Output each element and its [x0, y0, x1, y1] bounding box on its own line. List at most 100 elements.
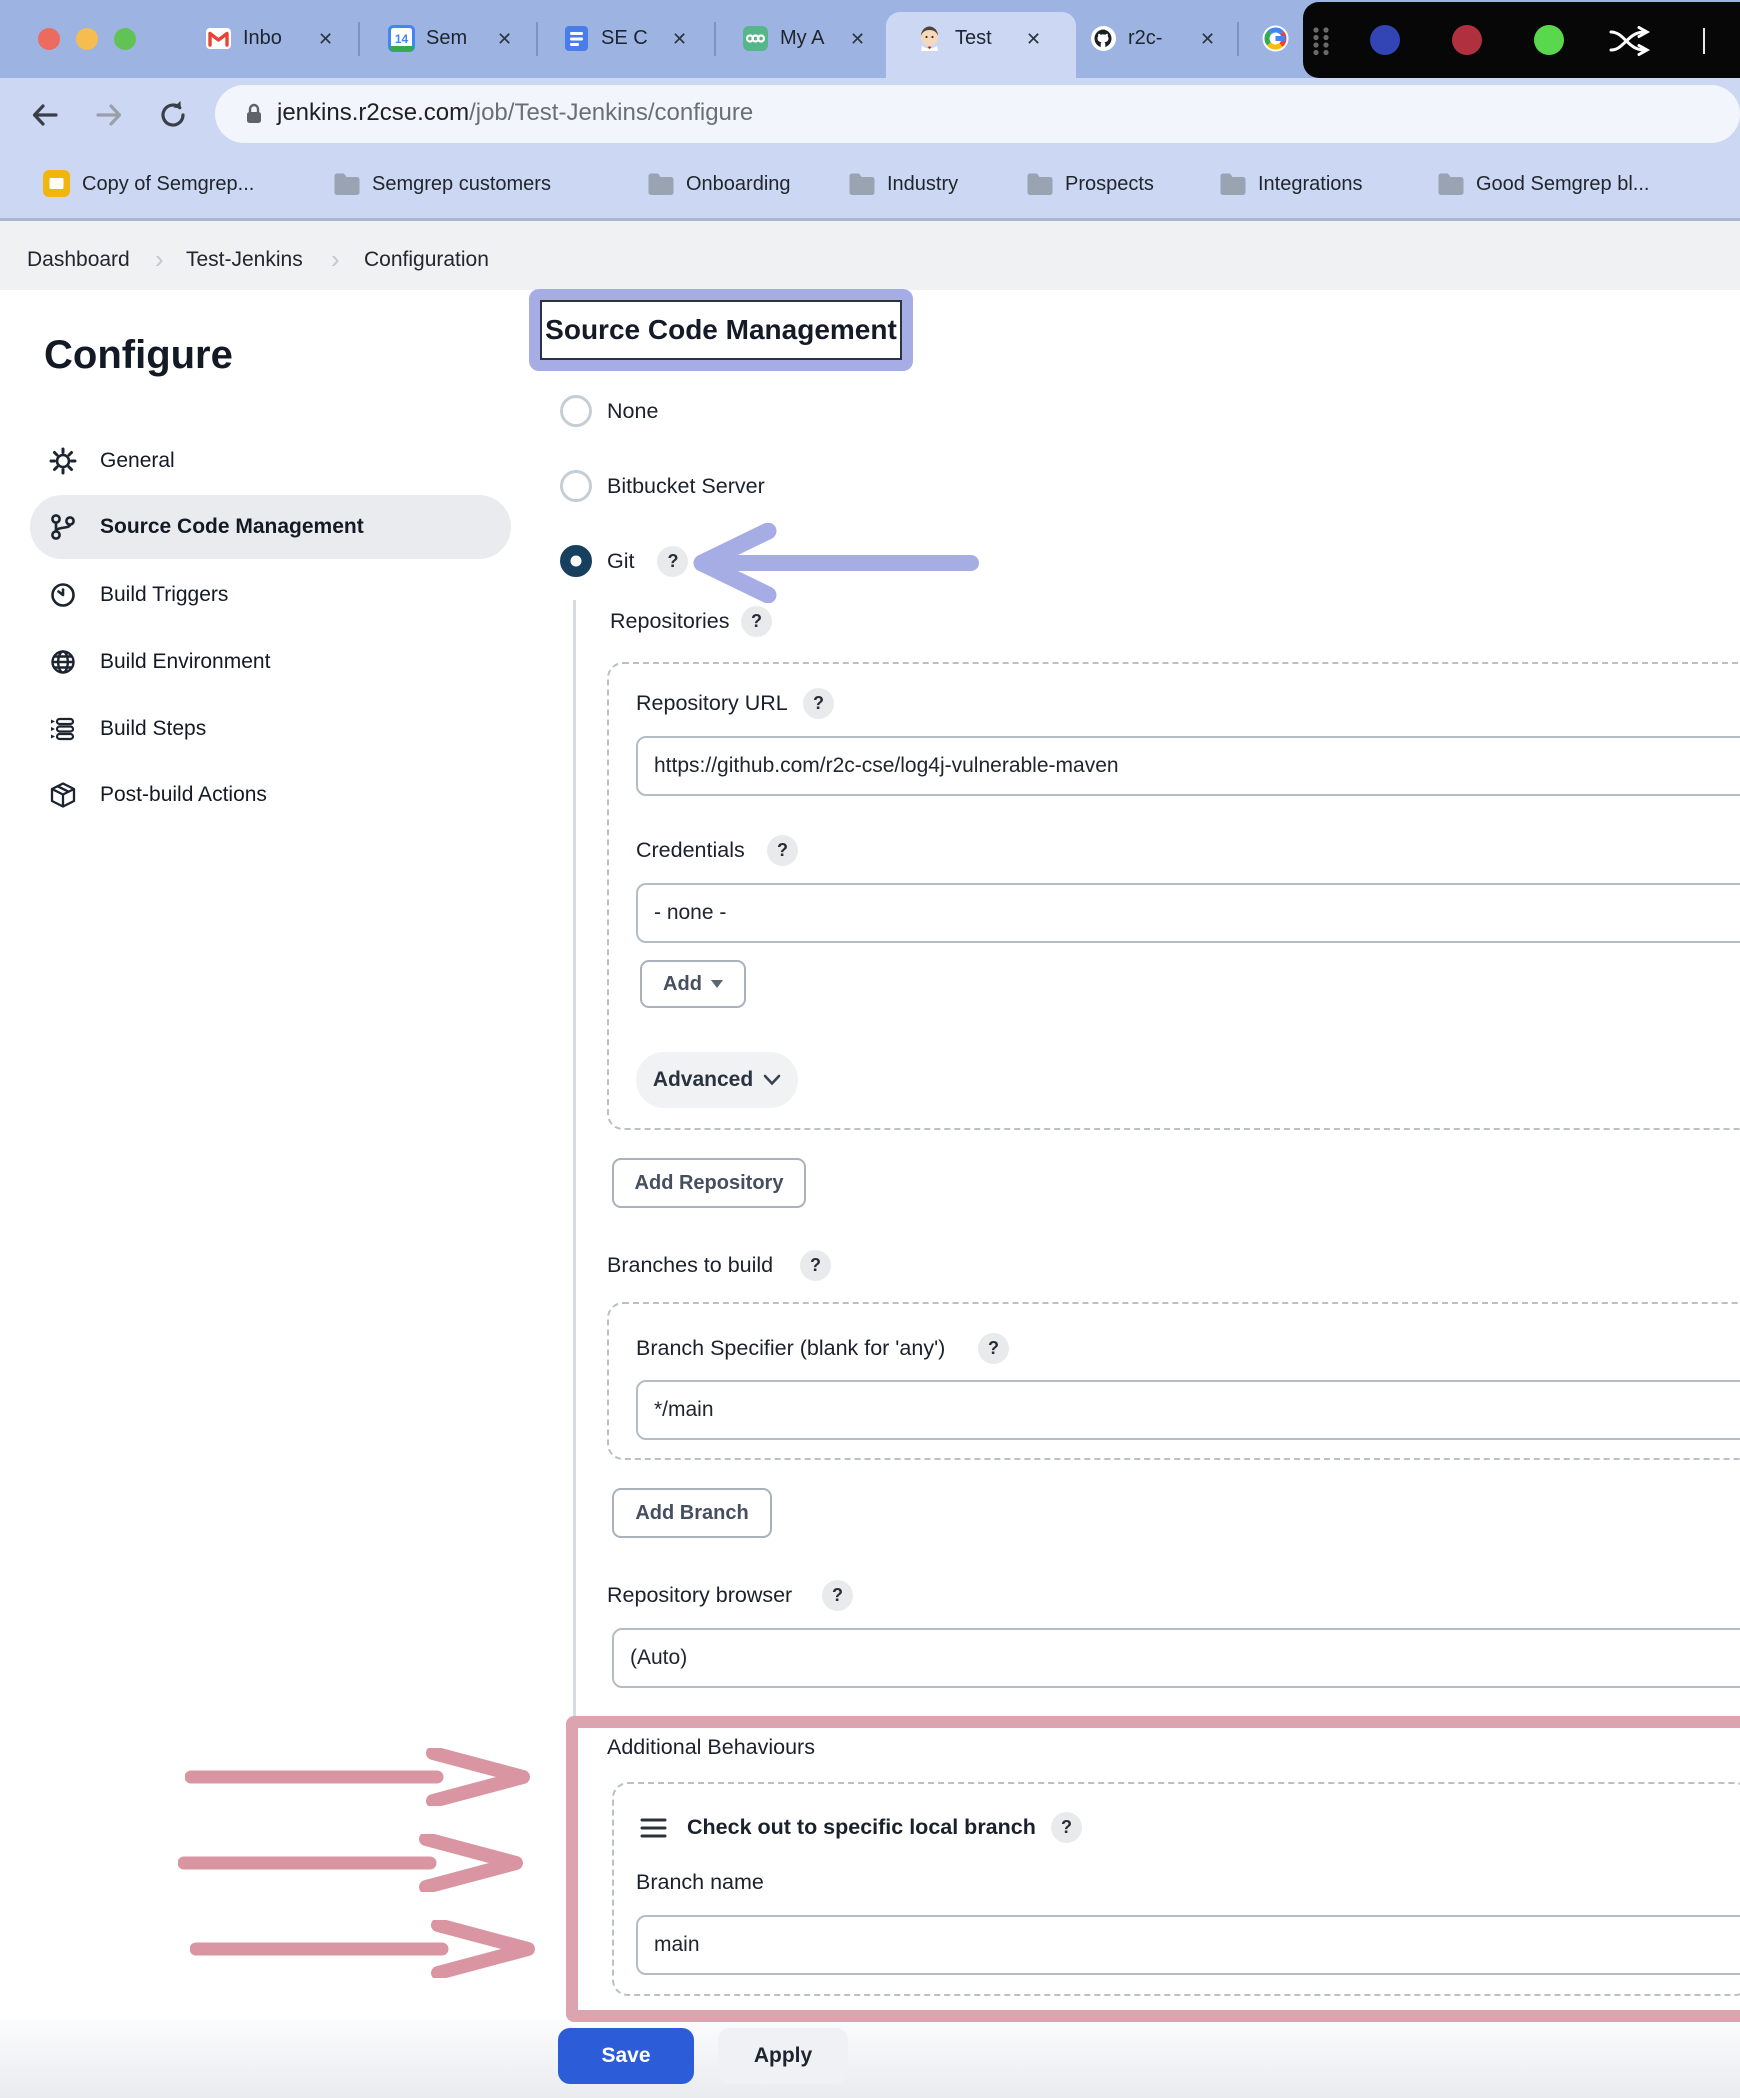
- breadcrumb-item-job[interactable]: Test-Jenkins: [186, 248, 303, 272]
- branches-to-build-label: Branches to build: [607, 1253, 773, 1278]
- sidebar-item-source-code-management[interactable]: Source Code Management: [30, 495, 511, 559]
- slides-icon: [42, 169, 71, 198]
- bookmark-folder[interactable]: Integrations: [1258, 173, 1363, 196]
- sidebar-item-build-triggers[interactable]: Build Triggers: [30, 563, 511, 627]
- advanced-button-label: Advanced: [653, 1068, 753, 1092]
- apply-button[interactable]: Apply: [718, 2028, 848, 2084]
- tab-title[interactable]: SE C: [601, 27, 648, 50]
- tab-title[interactable]: Test: [955, 27, 992, 50]
- save-button[interactable]: Save: [558, 2028, 694, 2084]
- add-credentials-button[interactable]: Add: [640, 960, 746, 1008]
- browser-tab-bar: Inbo ✕ 14 Sem ✕ SE C ✕ My A ✕ Test ✕ r2c…: [0, 0, 1740, 78]
- bookmark-folder[interactable]: Semgrep customers: [372, 173, 551, 196]
- section-heading-box: Source Code Management: [540, 300, 902, 360]
- tab-close-icon[interactable]: ✕: [1026, 30, 1041, 48]
- chevron-right-icon: ›: [155, 246, 164, 272]
- docs-icon: [563, 25, 590, 52]
- sidebar-item-label: Build Environment: [100, 650, 270, 674]
- calendar-icon: 14: [388, 25, 415, 52]
- bookmarks-bar: Copy of Semgrep... Semgrep customers Onb…: [0, 150, 1740, 218]
- help-badge[interactable]: ?: [800, 1250, 831, 1281]
- reload-icon[interactable]: [156, 98, 190, 132]
- sidebar-item-build-environment[interactable]: Build Environment: [30, 630, 511, 694]
- google-icon[interactable]: [1262, 25, 1289, 52]
- globe-icon: [48, 647, 78, 677]
- radio-label: Bitbucket Server: [607, 474, 765, 499]
- shuffle-icon[interactable]: [1608, 26, 1658, 56]
- scm-option-bitbucket[interactable]: Bitbucket Server: [560, 470, 765, 502]
- add-branch-label: Add Branch: [635, 1502, 748, 1525]
- back-icon[interactable]: [28, 98, 62, 132]
- tab-title[interactable]: r2c-: [1128, 27, 1162, 50]
- tab-title[interactable]: Sem: [426, 27, 467, 50]
- add-branch-button[interactable]: Add Branch: [612, 1488, 772, 1538]
- help-badge[interactable]: ?: [657, 546, 688, 577]
- credentials-select[interactable]: - none -: [636, 883, 1740, 943]
- branch-specifier-label: Branch Specifier (blank for 'any'): [636, 1336, 945, 1361]
- radio-bitbucket[interactable]: [560, 470, 592, 502]
- screen-recorder-panel: [1303, 2, 1740, 78]
- breadcrumb-item-dashboard[interactable]: Dashboard: [27, 248, 130, 272]
- bookmark-folder[interactable]: Good Semgrep bl...: [1476, 173, 1649, 196]
- advanced-button[interactable]: Advanced: [636, 1052, 798, 1108]
- folder-icon: [848, 172, 876, 196]
- lock-icon[interactable]: [245, 102, 263, 126]
- minimize-window-button[interactable]: [76, 28, 98, 50]
- maximize-window-button[interactable]: [114, 28, 136, 50]
- radio-label: Git: [607, 549, 634, 574]
- credentials-selected-value: - none -: [654, 901, 726, 925]
- tab-title[interactable]: Inbo: [243, 27, 282, 50]
- address-bar[interactable]: jenkins.r2cse.com/job/Test-Jenkins/confi…: [215, 85, 1740, 143]
- tab-close-icon[interactable]: ✕: [318, 30, 333, 48]
- sidebar-item-build-steps[interactable]: Build Steps: [30, 697, 511, 761]
- bookmark-folder[interactable]: Industry: [887, 173, 958, 196]
- bookmark-folder[interactable]: Prospects: [1065, 173, 1154, 196]
- folder-icon: [333, 172, 361, 196]
- help-badge[interactable]: ?: [978, 1333, 1009, 1364]
- help-badge[interactable]: ?: [822, 1580, 853, 1611]
- red-dot-button[interactable]: [1452, 25, 1482, 55]
- tab-separator: [358, 22, 360, 56]
- drag-handle-dots-icon[interactable]: [1311, 26, 1333, 56]
- tab-close-icon[interactable]: ✕: [850, 30, 865, 48]
- sidebar-item-label: Build Steps: [100, 717, 206, 741]
- panel-separator: [1703, 28, 1705, 54]
- build-steps-icon: [48, 714, 78, 744]
- repository-browser-selected-value: (Auto): [630, 1646, 687, 1670]
- help-badge[interactable]: ?: [803, 688, 834, 719]
- breadcrumb-item-configuration[interactable]: Configuration: [364, 248, 489, 272]
- radio-none[interactable]: [560, 395, 592, 427]
- repository-browser-select[interactable]: (Auto): [612, 1628, 1740, 1688]
- radio-git[interactable]: [560, 545, 592, 577]
- save-button-label: Save: [601, 2044, 650, 2068]
- add-repository-button[interactable]: Add Repository: [612, 1158, 806, 1208]
- forward-icon[interactable]: [92, 98, 126, 132]
- scm-option-git[interactable]: Git ?: [560, 545, 688, 577]
- help-badge[interactable]: ?: [767, 835, 798, 866]
- tab-title[interactable]: My A: [780, 27, 824, 50]
- credentials-label: Credentials: [636, 838, 745, 863]
- branch-specifier-input[interactable]: [636, 1380, 1740, 1440]
- bookmark-folder[interactable]: Onboarding: [686, 173, 791, 196]
- tab-close-icon[interactable]: ✕: [1200, 30, 1215, 48]
- browser-window: Inbo ✕ 14 Sem ✕ SE C ✕ My A ✕ Test ✕ r2c…: [0, 0, 1740, 2098]
- url-path: /job/Test-Jenkins/configure: [469, 99, 753, 126]
- tab-close-icon[interactable]: ✕: [497, 30, 512, 48]
- scm-option-none[interactable]: None: [560, 395, 658, 427]
- add-repository-label: Add Repository: [635, 1172, 784, 1195]
- tab-separator: [536, 22, 538, 56]
- url-domain: jenkins.r2cse.com: [277, 99, 469, 126]
- blue-dot-button[interactable]: [1370, 25, 1400, 55]
- bookmark-item[interactable]: Copy of Semgrep...: [82, 173, 254, 196]
- help-badge[interactable]: ?: [741, 606, 772, 637]
- pink-rect-annotation: [566, 1716, 1740, 2022]
- green-dot-button[interactable]: [1534, 25, 1564, 55]
- clock-icon: [48, 580, 78, 610]
- close-window-button[interactable]: [38, 28, 60, 50]
- sidebar-item-label: Post-build Actions: [100, 783, 267, 807]
- sidebar-item-general[interactable]: General: [30, 429, 511, 493]
- tab-close-icon[interactable]: ✕: [672, 30, 687, 48]
- gear-icon: [48, 446, 78, 476]
- sidebar-item-post-build-actions[interactable]: Post-build Actions: [30, 763, 511, 827]
- repository-url-input[interactable]: [636, 736, 1740, 796]
